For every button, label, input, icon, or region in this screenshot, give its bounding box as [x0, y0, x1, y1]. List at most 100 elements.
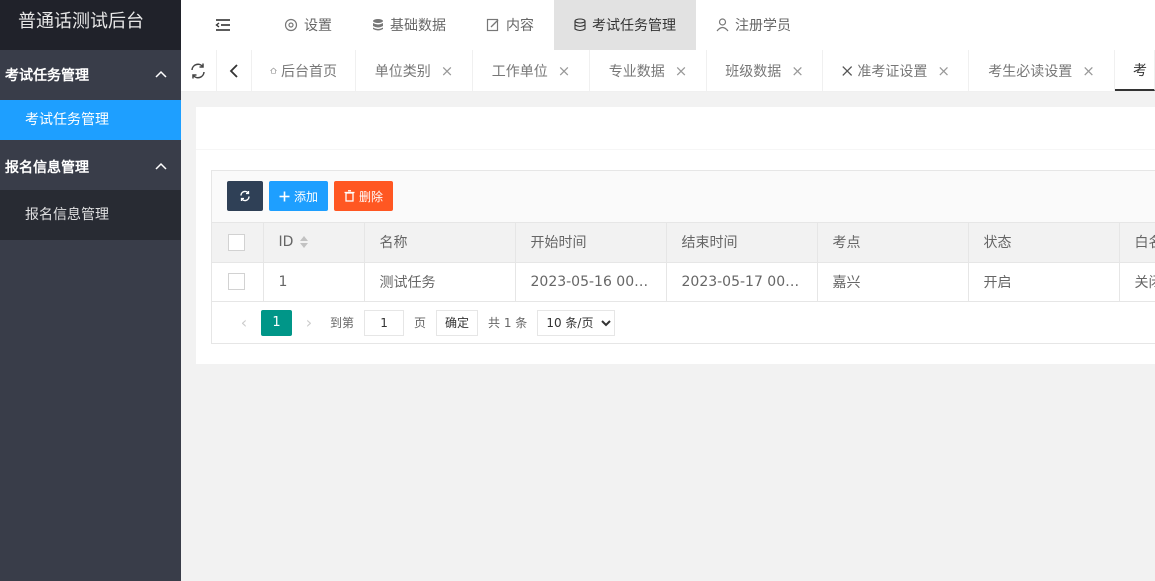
tab-label: 后台首页: [281, 63, 337, 80]
add-button[interactable]: 添加: [269, 181, 329, 211]
header-menu-label: 注册学员: [735, 18, 791, 34]
tab-label: 准考证设置: [857, 63, 928, 80]
goto-label: 到第: [330, 316, 355, 330]
tab-unit-category[interactable]: 单位类别 ×: [356, 50, 473, 91]
data-table-container: 添加 删除 ID 名称 开始时间 结束时间 考点 状态 白 1 测试任务 202…: [211, 170, 1155, 344]
tab-label: 工作单位: [491, 63, 548, 80]
plus-icon: [279, 191, 290, 201]
home-icon: [270, 67, 277, 74]
tab-major-data[interactable]: 专业数据 ×: [590, 50, 707, 91]
table-row[interactable]: 1 测试任务 2023-05-16 00:00:00 2023-05-17 00…: [212, 262, 1155, 302]
card-header: [196, 107, 1155, 150]
menu-fold-icon: [214, 19, 230, 31]
refresh-tab-button[interactable]: [181, 50, 217, 91]
column-header-whitelist: 白名: [1119, 223, 1155, 263]
header-menu-exam-task[interactable]: 考试任务管理: [554, 0, 696, 50]
sidebar: 普通话测试后台 考试任务管理 考试任务管理 报名信息管理 报名信息管理: [0, 0, 181, 581]
row-checkbox[interactable]: [228, 273, 245, 290]
cell-id: 1: [263, 262, 365, 302]
goto-page-input[interactable]: [364, 309, 405, 336]
close-icon[interactable]: ×: [558, 62, 571, 80]
table-header-row: ID 名称 开始时间 结束时间 考点 状态 白名: [212, 223, 1155, 263]
refresh-icon: [191, 63, 205, 78]
column-header-end-time: 结束时间: [666, 223, 818, 263]
tab-candidate-notice[interactable]: 考生必读设置 ×: [969, 50, 1115, 91]
prev-page-button[interactable]: ‹: [231, 313, 257, 332]
cell-whitelist: 关闭: [1119, 262, 1155, 302]
cell-exam-site: 嘉兴: [817, 262, 969, 302]
header-menu-basic-data[interactable]: 基础数据: [352, 0, 466, 50]
sidebar-group-registration[interactable]: 报名信息管理: [0, 144, 181, 190]
app-logo-title: 普通话测试后台: [0, 0, 181, 50]
column-header-status: 状态: [968, 223, 1120, 263]
tab-admission-ticket[interactable]: 准考证设置 ×: [823, 50, 969, 91]
pagination: ‹ 1 › 到第 页 确定 共 1 条 10 条/页: [212, 302, 1155, 344]
header-menu-students[interactable]: 注册学员: [696, 0, 811, 50]
header-menu-settings[interactable]: 设置: [264, 0, 352, 50]
chevron-up-icon: [155, 70, 167, 78]
tab-home[interactable]: 后台首页: [252, 50, 356, 91]
sidebar-item-registration[interactable]: 报名信息管理: [0, 190, 181, 240]
tab-label: 考生必读设置: [988, 63, 1073, 80]
top-header: 设置 基础数据 内容 考试任务管理 注册学员: [181, 0, 1155, 50]
close-icon[interactable]: ×: [441, 62, 454, 80]
delete-button[interactable]: 删除: [334, 181, 394, 211]
column-header-id[interactable]: ID: [263, 223, 365, 263]
chevron-left-icon: [229, 63, 238, 78]
column-header-label: ID: [278, 234, 294, 251]
close-icon[interactable]: ×: [937, 62, 950, 80]
tabs-scroll-left-button[interactable]: [217, 50, 252, 91]
cell-name: 测试任务: [364, 262, 516, 302]
tab-label: 考: [1133, 62, 1147, 79]
database-icon: [373, 19, 383, 31]
close-icon[interactable]: ×: [675, 62, 688, 80]
edit-icon: [486, 18, 499, 32]
header-menu-label: 考试任务管理: [592, 18, 676, 34]
sidebar-submenu: 考试任务管理: [0, 100, 181, 140]
page-size-select[interactable]: 10 条/页: [537, 309, 616, 336]
row-select-cell: [212, 262, 264, 302]
goto-confirm-button[interactable]: 确定: [436, 309, 479, 336]
add-button-label: 添加: [294, 189, 319, 204]
gear-icon: [284, 18, 298, 32]
select-all-checkbox[interactable]: [228, 233, 245, 251]
current-page[interactable]: 1: [261, 309, 292, 336]
sidebar-group-label: 报名信息管理: [5, 160, 89, 176]
total-count: 共 1 条: [488, 316, 528, 330]
close-icon[interactable]: ×: [791, 62, 804, 80]
table-toolbar: 添加 删除: [212, 171, 1155, 223]
column-header-start-time: 开始时间: [515, 223, 667, 263]
refresh-icon: [240, 190, 250, 202]
page-tabs-bar: 后台首页 单位类别 × 工作单位 × 专业数据 × 班级数据 × 准考证设置 × 考生必读…: [181, 50, 1155, 92]
sidebar-item-exam-task[interactable]: 考试任务管理: [0, 100, 181, 140]
content-card: 添加 删除 ID 名称 开始时间 结束时间 考点 状态 白 1 测试任务 202…: [196, 107, 1155, 364]
cell-end-time: 2023-05-17 00:00:00: [666, 262, 818, 302]
chevron-up-icon: [155, 162, 167, 170]
tab-work-unit[interactable]: 工作单位 ×: [473, 50, 590, 91]
column-header-name: 名称: [364, 223, 516, 263]
sidebar-group-label: 考试任务管理: [5, 68, 89, 84]
tools-icon: [842, 65, 853, 76]
header-menu-content[interactable]: 内容: [466, 0, 554, 50]
close-icon[interactable]: ×: [1082, 62, 1095, 80]
header-menu-label: 基础数据: [390, 18, 446, 34]
database-icon: [574, 18, 586, 32]
refresh-button[interactable]: [227, 181, 263, 211]
cell-start-time: 2023-05-16 00:00:00: [515, 262, 667, 302]
trash-icon: [344, 190, 355, 202]
menu-toggle-button[interactable]: [181, 0, 264, 50]
sidebar-group-exam-task[interactable]: 考试任务管理: [0, 50, 181, 100]
next-page-button[interactable]: ›: [296, 313, 322, 332]
sort-icon[interactable]: [299, 235, 309, 249]
sidebar-submenu: 报名信息管理: [0, 190, 181, 240]
cell-status: 开启: [968, 262, 1120, 302]
tab-exam-task[interactable]: 考: [1115, 50, 1155, 91]
select-all-cell: [212, 223, 264, 263]
tab-label: 专业数据: [608, 63, 665, 80]
tab-label: 班级数据: [725, 63, 782, 80]
user-icon: [716, 18, 729, 32]
column-header-exam-site: 考点: [817, 223, 969, 263]
tab-class-data[interactable]: 班级数据 ×: [707, 50, 823, 91]
delete-button-label: 删除: [359, 189, 384, 204]
data-table: ID 名称 开始时间 结束时间 考点 状态 白名 1 测试任务 2023-05-…: [212, 223, 1155, 302]
